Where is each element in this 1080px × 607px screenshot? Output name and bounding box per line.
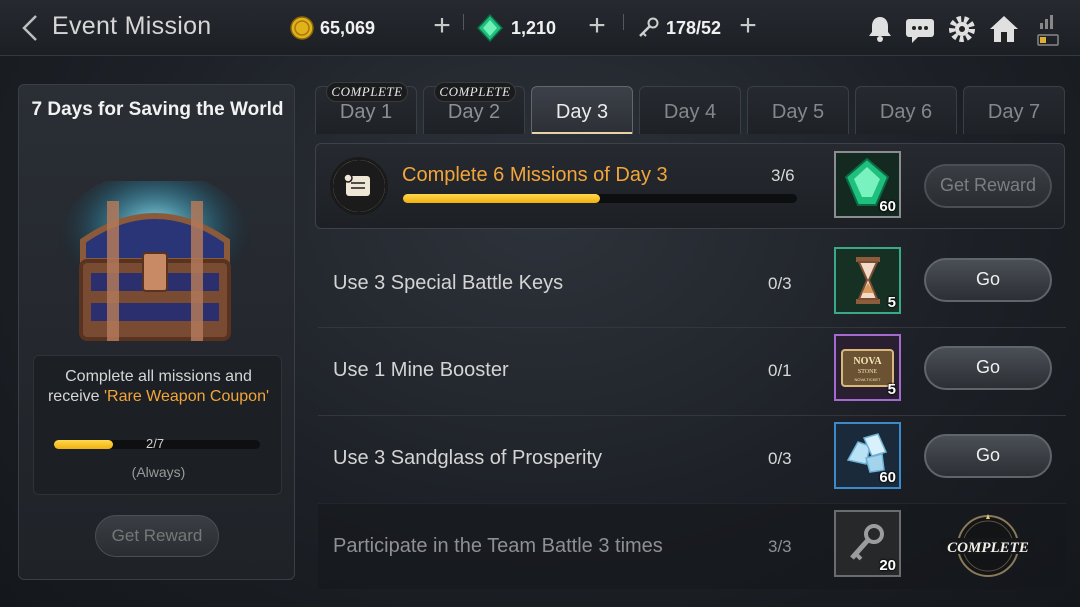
main-mission-title: Complete 6 Missions of Day 3: [402, 164, 668, 186]
add-gold-button[interactable]: +: [430, 11, 454, 41]
gear-icon[interactable]: [946, 13, 978, 45]
event-get-reward-button[interactable]: Get Reward: [95, 515, 219, 557]
mission-progress: 0/3: [768, 449, 792, 468]
reward-count: 5: [887, 381, 896, 398]
mission-progress: 0/1: [768, 361, 792, 380]
event-progress-fill: [54, 440, 113, 449]
main-mission-progress-fill: [403, 194, 600, 203]
divider: [463, 14, 464, 30]
tab-label: Day 2: [447, 101, 501, 123]
reward-emerald[interactable]: 60: [834, 151, 901, 218]
event-progress-note: (Always): [131, 464, 186, 480]
main-mission-progress-bar: [403, 194, 797, 203]
reward-name: 'Rare Weapon Coupon': [104, 388, 270, 405]
tab-day-4[interactable]: Day 4: [639, 86, 741, 134]
gem-counter: 1,210: [475, 13, 557, 43]
emerald-gem-icon: [476, 13, 504, 43]
reward-count: 20: [879, 557, 896, 574]
treasure-chest-icon: [55, 171, 255, 381]
key-amount: 178/52: [666, 17, 722, 38]
complete-badge: COMPLETE: [434, 82, 516, 102]
reward-key: 20: [834, 510, 901, 577]
event-title: 7 Days for Saving the World: [31, 99, 284, 120]
reward-count: 5: [887, 294, 896, 311]
event-summary-panel: 7 Days for Saving the World Complete all…: [18, 84, 295, 580]
mission-go-button[interactable]: Go: [924, 346, 1052, 390]
tab-day-2[interactable]: COMPLETE Day 2: [423, 82, 525, 134]
back-arrow-icon[interactable]: [18, 13, 44, 43]
reward-prefix: receive: [47, 388, 104, 405]
event-reward-box: Complete all missions and receive 'Rare …: [33, 355, 282, 495]
chat-icon[interactable]: [904, 13, 936, 45]
gem-amount: 1,210: [511, 17, 557, 38]
tab-day-7[interactable]: Day 7: [963, 86, 1065, 134]
mission-title: Use 1 Mine Booster: [333, 359, 509, 381]
reward-crystal[interactable]: 60: [834, 422, 901, 489]
mission-go-button[interactable]: Go: [924, 434, 1052, 478]
tab-label: Day 7: [987, 101, 1041, 123]
mission-progress: 0/3: [768, 274, 792, 293]
add-keys-button[interactable]: +: [736, 11, 760, 41]
mission-progress: 3/3: [768, 537, 792, 556]
event-description-reward: receive 'Rare Weapon Coupon': [34, 388, 283, 406]
reward-nova-stone-ticket[interactable]: NOVA STONE NOVA TICKET 5: [834, 334, 901, 401]
nova-label-mid: STONE: [858, 369, 878, 375]
scroll-icon: [330, 157, 388, 215]
nova-label-top: NOVA: [853, 356, 882, 367]
top-bar: Event Mission 65,069 + 1,210 + 178/52 +: [0, 0, 1080, 56]
tab-label: Day 4: [663, 101, 717, 123]
tab-label: Day 1: [339, 101, 393, 123]
complete-stamp-label: COMPLETE: [947, 540, 1029, 556]
tab-day-3[interactable]: Day 3: [531, 86, 633, 134]
bell-icon[interactable]: [864, 13, 896, 45]
tab-day-6[interactable]: Day 6: [855, 86, 957, 134]
home-icon[interactable]: [988, 13, 1020, 45]
event-description: Complete all missions and: [65, 368, 252, 385]
signal-battery-icon: [1036, 13, 1062, 46]
tab-day-5[interactable]: Day 5: [747, 86, 849, 134]
mission-title: Use 3 Special Battle Keys: [333, 272, 564, 294]
gold-amount: 65,069: [320, 17, 376, 38]
add-gems-button[interactable]: +: [585, 11, 609, 41]
complete-badge: COMPLETE: [326, 82, 408, 102]
gold-counter: 65,069: [290, 14, 375, 42]
key-icon: [639, 17, 659, 37]
complete-stamp: COMPLETE: [940, 510, 1036, 582]
tab-label: Day 5: [771, 101, 825, 123]
page-title: Event Mission: [52, 12, 212, 40]
mission-go-button[interactable]: Go: [924, 258, 1052, 302]
main-mission-progress-text: 3/6: [771, 166, 795, 185]
mission-title: Use 3 Sandglass of Prosperity: [333, 447, 603, 469]
tab-label: Day 3: [555, 101, 609, 123]
gold-coin-icon: [290, 16, 314, 40]
mission-title: Participate in the Team Battle 3 times: [333, 535, 663, 557]
reward-hourglass[interactable]: 5: [834, 247, 901, 314]
key-counter: 178/52: [636, 14, 721, 42]
tab-label: Day 6: [879, 101, 933, 123]
main-mission-get-reward-button[interactable]: Get Reward: [924, 164, 1052, 208]
reward-count: 60: [879, 198, 896, 215]
event-progress-text: 2/7: [146, 436, 165, 451]
tab-day-1[interactable]: COMPLETE Day 1: [315, 82, 417, 134]
nova-label-bottom: NOVA TICKET: [854, 377, 881, 382]
reward-count: 60: [879, 469, 896, 486]
divider: [623, 14, 624, 30]
